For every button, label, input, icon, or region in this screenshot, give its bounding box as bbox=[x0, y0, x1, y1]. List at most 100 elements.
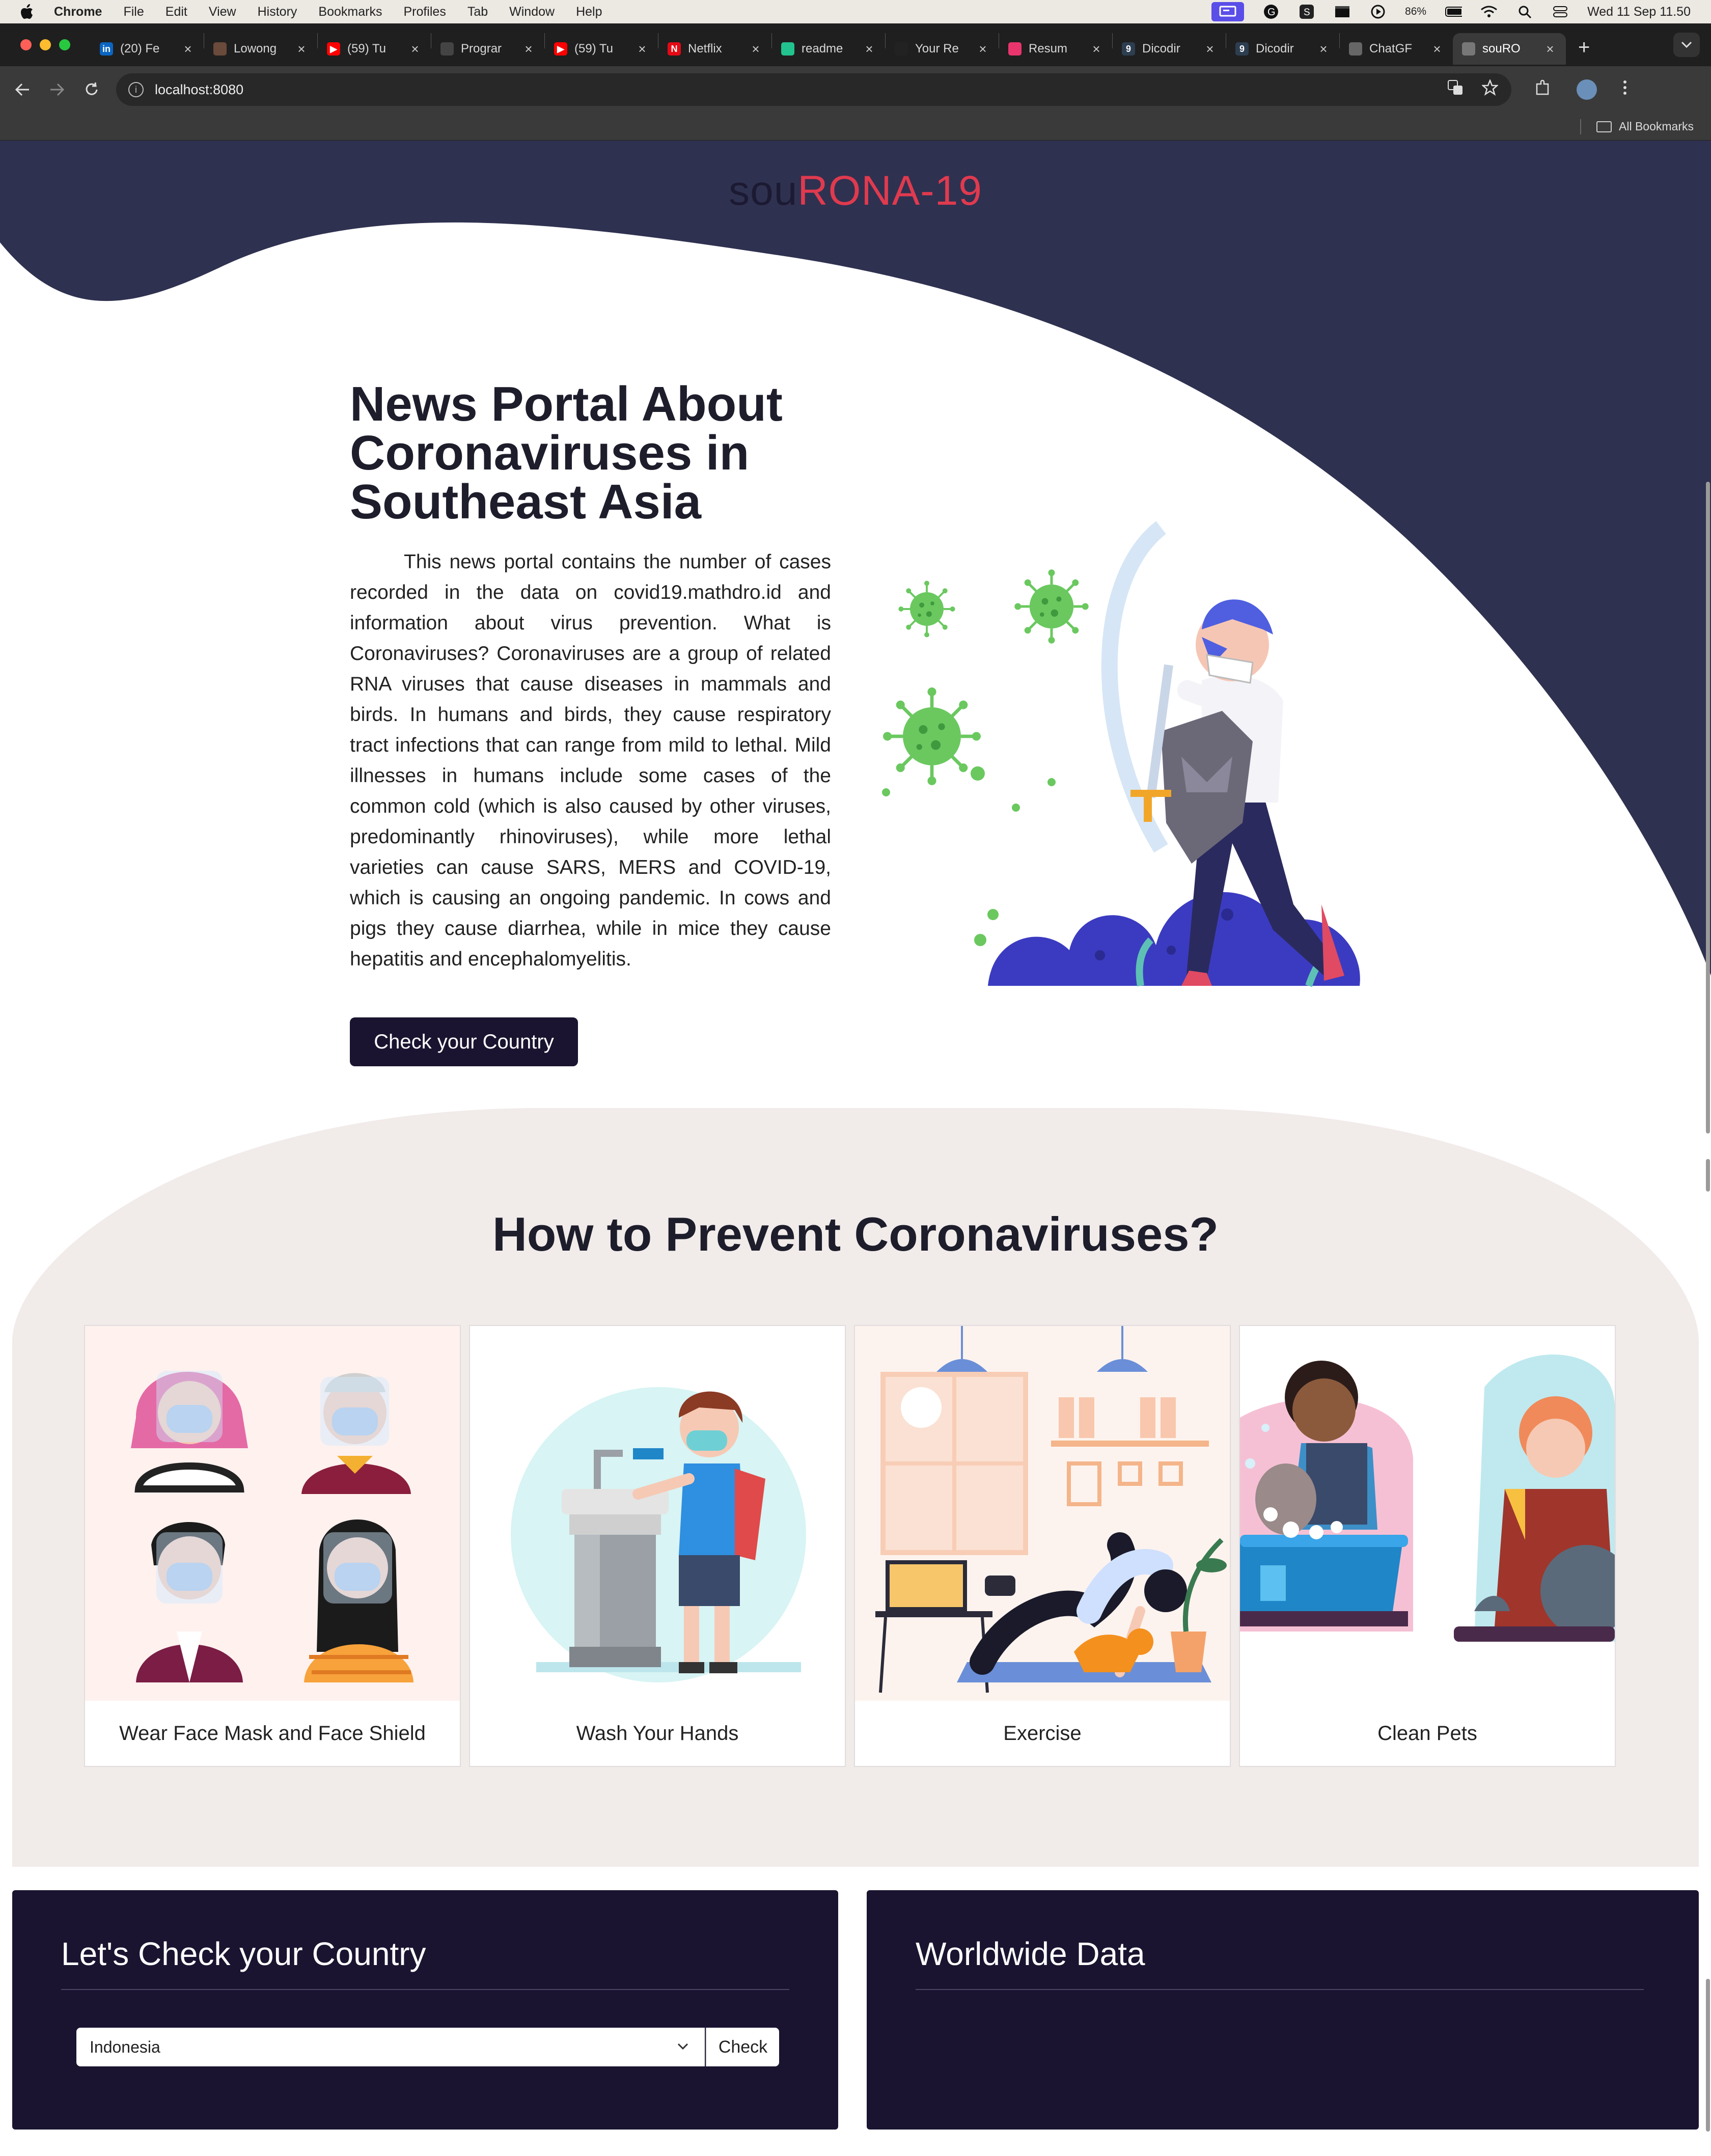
tab-close-icon[interactable]: × bbox=[1317, 41, 1330, 57]
tabs: in (20) Fe × Lowong × ▶ (59) Tu × Prograr × ▶ (59) … bbox=[91, 25, 1566, 65]
menu-tab[interactable]: Tab bbox=[467, 5, 488, 19]
prevention-card-exercise[interactable]: Exercise bbox=[854, 1325, 1231, 1767]
prevention-card-mask[interactable]: Wear Face Mask and Face Shield bbox=[84, 1325, 461, 1767]
prevention-card-wash-hands[interactable]: Wash Your Hands bbox=[469, 1325, 846, 1767]
tab[interactable]: ▶ (59) Tu × bbox=[318, 33, 431, 65]
menu-edit[interactable]: Edit bbox=[165, 5, 187, 19]
card-label-wash: Wash Your Hands bbox=[576, 1722, 739, 1745]
tab-close-icon[interactable]: × bbox=[522, 41, 535, 57]
tab[interactable]: 9 Dicodir × bbox=[1113, 33, 1226, 65]
worldwide-panel-title: Worldwide Data bbox=[916, 1936, 1145, 1972]
hero-illustration bbox=[876, 521, 1360, 987]
card-label-mask: Wear Face Mask and Face Shield bbox=[119, 1722, 426, 1745]
menu-bookmarks[interactable]: Bookmarks bbox=[318, 5, 382, 19]
hero-title: News Portal About Coronaviruses in South… bbox=[350, 377, 783, 529]
tab-close-icon[interactable]: × bbox=[1543, 41, 1557, 57]
tab-close-icon[interactable]: × bbox=[863, 41, 876, 57]
brand-prefix: sou bbox=[729, 168, 798, 214]
tab-close-icon[interactable]: × bbox=[749, 41, 762, 57]
site-info-icon[interactable]: i bbox=[128, 82, 144, 97]
bookmarks-bar: All Bookmarks bbox=[0, 113, 1711, 141]
forward-button[interactable] bbox=[45, 77, 69, 102]
zoom-window-button[interactable] bbox=[59, 39, 70, 50]
menu-view[interactable]: View bbox=[209, 5, 236, 19]
tab-close-icon[interactable]: × bbox=[976, 41, 989, 57]
tab-favicon-icon bbox=[1349, 42, 1362, 56]
tab-close-icon[interactable]: × bbox=[1430, 41, 1444, 57]
tab-search-button[interactable] bbox=[1673, 33, 1700, 57]
tab[interactable]: ChatGF × bbox=[1340, 33, 1453, 65]
prevention-card-clean-pets[interactable]: Clean Pets bbox=[1239, 1325, 1616, 1767]
profile-avatar[interactable] bbox=[1577, 79, 1597, 100]
menu-history[interactable]: History bbox=[258, 5, 297, 19]
tab[interactable]: 9 Dicodir × bbox=[1226, 33, 1339, 65]
check-country-button[interactable]: Check your Country bbox=[350, 1017, 578, 1066]
control-center-icon[interactable] bbox=[1552, 4, 1569, 19]
tab-close-icon[interactable]: × bbox=[181, 41, 195, 57]
chrome-menu-icon[interactable] bbox=[1622, 79, 1627, 100]
extensions-icon[interactable] bbox=[1534, 79, 1551, 100]
tab[interactable]: Your Re × bbox=[886, 33, 999, 65]
close-window-button[interactable] bbox=[20, 39, 32, 50]
tab-active[interactable]: souRO × bbox=[1453, 33, 1566, 65]
exercise-illustration bbox=[855, 1326, 1230, 1701]
tab-title: Prograr bbox=[461, 42, 502, 56]
tab-favicon-icon: 9 bbox=[1235, 42, 1249, 56]
tab-close-icon[interactable]: × bbox=[636, 41, 649, 57]
tab[interactable]: Resum × bbox=[999, 33, 1112, 65]
all-bookmarks-link[interactable]: All Bookmarks bbox=[1619, 120, 1694, 133]
menu-window[interactable]: Window bbox=[509, 5, 555, 19]
apple-icon[interactable] bbox=[20, 3, 36, 20]
tab[interactable]: Lowong × bbox=[204, 33, 317, 65]
battery-percent: 86% bbox=[1405, 6, 1427, 17]
translate-icon[interactable] bbox=[1447, 79, 1464, 100]
brand-logo[interactable]: souRONA-19 bbox=[0, 167, 1711, 215]
country-select-value: Indonesia bbox=[90, 2037, 160, 2056]
tab-close-icon[interactable]: × bbox=[1203, 41, 1217, 57]
page-viewport: souRONA-19 News Portal About Coronavirus… bbox=[0, 141, 1711, 2156]
tab-close-icon[interactable]: × bbox=[408, 41, 422, 57]
tab-close-icon[interactable]: × bbox=[295, 41, 308, 57]
tab[interactable]: readme × bbox=[772, 33, 885, 65]
card-label-exercise: Exercise bbox=[1003, 1722, 1082, 1745]
menubar-clock[interactable]: Wed 11 Sep 11.50 bbox=[1587, 5, 1691, 19]
menu-file[interactable]: File bbox=[123, 5, 144, 19]
spotlight-search-icon[interactable] bbox=[1516, 4, 1533, 19]
wifi-icon[interactable] bbox=[1480, 4, 1498, 19]
address-url[interactable]: localhost:8080 bbox=[155, 82, 243, 98]
menu-help[interactable]: Help bbox=[576, 5, 602, 19]
tab-title: Your Re bbox=[915, 42, 959, 56]
tab-favicon-icon bbox=[213, 42, 227, 56]
wash-hands-illustration bbox=[470, 1326, 845, 1701]
reload-button[interactable] bbox=[79, 77, 104, 102]
tab-title: readme bbox=[802, 42, 843, 56]
new-tab-button[interactable]: + bbox=[1578, 36, 1590, 59]
country-select[interactable]: Indonesia bbox=[76, 2028, 705, 2066]
check-button[interactable]: Check bbox=[706, 2028, 779, 2066]
tab-title: ChatGF bbox=[1369, 42, 1413, 56]
menu-profiles[interactable]: Profiles bbox=[403, 5, 446, 19]
tab[interactable]: ▶ (59) Tu × bbox=[545, 33, 658, 65]
country-check-panel: Let's Check your Country Indonesia Check bbox=[12, 1890, 838, 2130]
tab[interactable]: in (20) Fe × bbox=[91, 33, 204, 65]
grammarly-icon[interactable]: G bbox=[1262, 4, 1280, 19]
back-button[interactable] bbox=[10, 77, 35, 102]
s-app-icon[interactable]: S bbox=[1298, 4, 1315, 19]
svg-text:S: S bbox=[1304, 7, 1310, 18]
tab[interactable]: N Netflix × bbox=[658, 33, 771, 65]
prevention-section-title: How to Prevent Coronaviruses? bbox=[492, 1207, 1219, 1261]
clapper-icon[interactable] bbox=[1334, 4, 1351, 19]
address-bar[interactable]: i localhost:8080 bbox=[116, 73, 1511, 106]
card-label-pets: Clean Pets bbox=[1377, 1722, 1477, 1745]
minimize-window-button[interactable] bbox=[40, 39, 51, 50]
play-circle-icon[interactable] bbox=[1369, 4, 1387, 19]
screen-share-icon[interactable] bbox=[1211, 2, 1245, 21]
bookmark-star-icon[interactable] bbox=[1481, 78, 1499, 100]
tab-close-icon[interactable]: × bbox=[1090, 41, 1103, 57]
tab[interactable]: Prograr × bbox=[431, 33, 544, 65]
battery-icon[interactable] bbox=[1445, 4, 1462, 19]
tab-title: Netflix bbox=[688, 42, 722, 56]
clean-pets-illustration bbox=[1240, 1326, 1615, 1701]
menu-app-chrome[interactable]: Chrome bbox=[54, 5, 102, 19]
scrollbar-marker bbox=[1706, 1016, 1710, 1093]
